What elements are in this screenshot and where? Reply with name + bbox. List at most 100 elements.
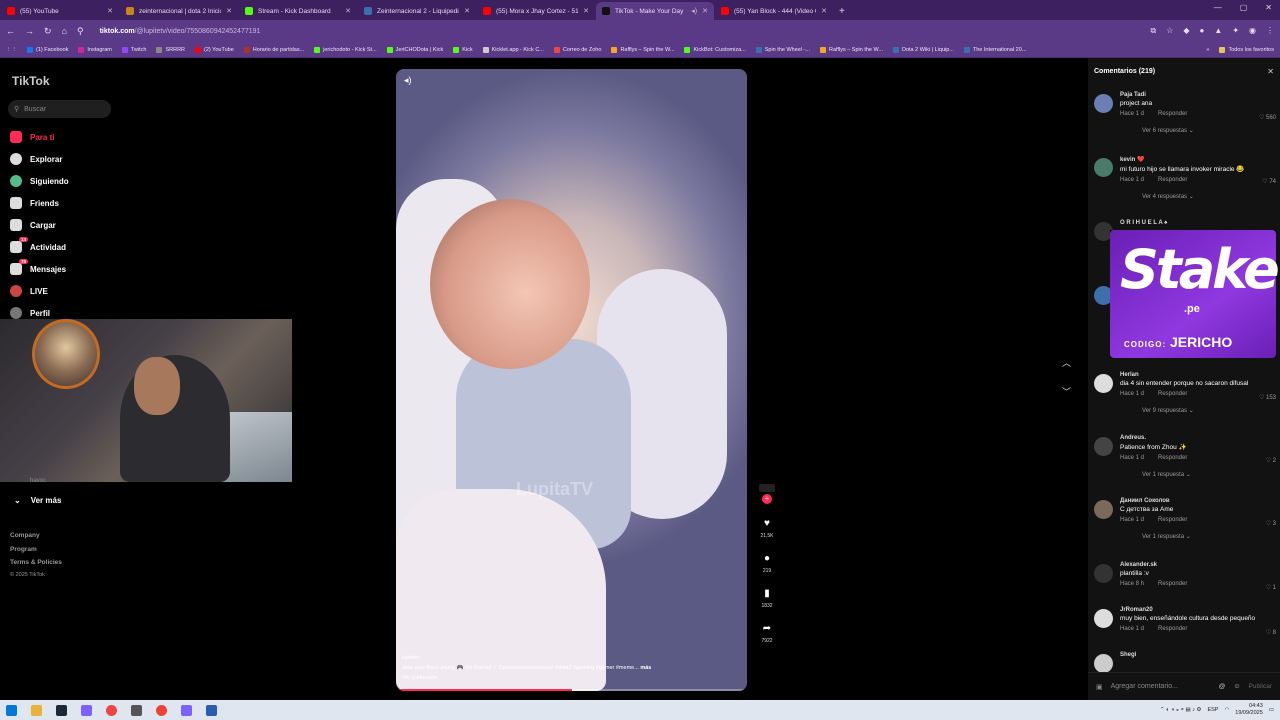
- close-tab-icon[interactable]: ✕: [345, 7, 351, 15]
- bookmark-item[interactable]: Rafflys – Spin the W...: [611, 46, 674, 53]
- bookmark-item[interactable]: JeriCHODota | Kick: [386, 46, 443, 53]
- sidebar-item-cargar[interactable]: Cargar: [10, 214, 69, 236]
- sidebar-item-mensajes[interactable]: 76 Mensajes: [10, 258, 69, 280]
- tray-icons[interactable]: ⌃ ◐ ◑ ◒ ◓ ▤ ♪ ⚙: [1160, 707, 1201, 713]
- emoji-icon[interactable]: ☺: [1233, 683, 1240, 690]
- comment-like[interactable]: ♡ 3: [1266, 520, 1276, 527]
- chevron-up-icon[interactable]: ︿: [1062, 356, 1071, 369]
- clock[interactable]: 04:43 19/09/2025: [1235, 703, 1263, 717]
- comment-like[interactable]: ♡ 2: [1266, 457, 1276, 464]
- reply-link[interactable]: Responder: [1158, 626, 1187, 632]
- bookmarks-overflow-icon[interactable]: »: [1206, 47, 1209, 53]
- all-bookmarks[interactable]: Todos los favoritos: [1219, 46, 1274, 53]
- bookmark-item[interactable]: Kicklet.app - Kick C...: [482, 46, 544, 53]
- reply-link[interactable]: Responder: [1158, 455, 1187, 461]
- tiktok-logo[interactable]: TikTok: [12, 74, 50, 88]
- obs-icon[interactable]: [156, 704, 167, 716]
- bookmark-item[interactable]: Kick: [453, 46, 473, 53]
- share-button[interactable]: ➦ 7922: [761, 623, 772, 644]
- sidebar-item-explorar[interactable]: Explorar: [10, 148, 69, 170]
- close-tab-icon[interactable]: ✕: [107, 7, 113, 15]
- new-tab-icon[interactable]: +: [839, 6, 845, 17]
- steam-icon[interactable]: [56, 704, 67, 716]
- view-replies[interactable]: Ver 6 respuestas ⌄: [1142, 127, 1278, 134]
- close-tab-icon[interactable]: ✕: [702, 7, 708, 15]
- caption-more-link[interactable]: más: [640, 665, 651, 671]
- save-button[interactable]: ▮ 1832: [761, 588, 772, 609]
- speaker-icon[interactable]: ◂): [691, 7, 697, 15]
- bookmark-star-icon[interactable]: ☆: [1166, 26, 1173, 36]
- url-field[interactable]: tiktok.com/@lupitetv/video/7550860942452…: [100, 28, 261, 35]
- bookmark-item[interactable]: (2) YouTube: [195, 46, 234, 53]
- publish-button[interactable]: Publicar: [1249, 683, 1272, 690]
- minimize-icon[interactable]: —: [1214, 3, 1222, 12]
- avatar[interactable]: [1094, 609, 1113, 628]
- tab-youtube[interactable]: (55) YouTube ✕: [1, 2, 119, 20]
- maximize-icon[interactable]: ▢: [1240, 3, 1248, 12]
- footer-link-terms[interactable]: Terms & Policies: [10, 556, 62, 570]
- gif-icon[interactable]: ▣: [1096, 683, 1103, 691]
- bookmark-item[interactable]: jerichodoto - Kick St...: [314, 46, 377, 53]
- footer-link-program[interactable]: Program: [10, 543, 62, 557]
- bookmark-item[interactable]: KickBot: Customiza...: [684, 46, 746, 53]
- bookmark-item[interactable]: Dota 2 Wiki | Liquip...: [893, 46, 954, 53]
- like-button[interactable]: ♥ 21.5K: [760, 518, 773, 539]
- comment-like[interactable]: ♡ 8: [1266, 629, 1276, 636]
- site-info-icon[interactable]: ⚲: [77, 26, 84, 37]
- comment-user[interactable]: Herlan: [1120, 372, 1278, 378]
- bookmark-item[interactable]: Instagram: [78, 46, 112, 53]
- install-icon[interactable]: ⧉: [1151, 26, 1157, 36]
- extension-icon[interactable]: ▲: [1214, 26, 1222, 36]
- reply-link[interactable]: Responder: [1158, 111, 1187, 117]
- bookmark-item[interactable]: SRRRR: [156, 46, 185, 53]
- profile-avatar[interactable]: ◉: [1249, 26, 1256, 36]
- bookmark-item[interactable]: The International 20...: [963, 46, 1026, 53]
- avatar[interactable]: [1094, 374, 1113, 393]
- sidebar-item-para-ti[interactable]: Para ti: [10, 126, 69, 148]
- forward-icon[interactable]: →: [25, 26, 34, 36]
- mention-icon[interactable]: @: [1219, 683, 1226, 690]
- bookmark-item[interactable]: Horario de partidas...: [243, 46, 304, 53]
- notification-icon[interactable]: ▭: [1269, 707, 1274, 713]
- reply-link[interactable]: Responder: [1158, 177, 1187, 183]
- follow-button[interactable]: +: [762, 494, 772, 504]
- app-icon[interactable]: [206, 704, 217, 716]
- sidebar-item-siguiendo[interactable]: Siguiendo: [10, 170, 69, 192]
- tab-youtube-3[interactable]: (55) Yan Block - 444 (Video Ofi ✕: [715, 2, 833, 20]
- puzzle-icon[interactable]: ✦: [1232, 26, 1239, 36]
- tab-kick[interactable]: Stream - Kick Dashboard ✕: [239, 2, 357, 20]
- comment-user[interactable]: O R I H U E L A ♠: [1120, 220, 1278, 226]
- close-icon[interactable]: ✕: [1267, 67, 1274, 76]
- avatar[interactable]: [1094, 500, 1113, 519]
- search-input[interactable]: ⚲ Buscar: [8, 100, 111, 118]
- tab-liquipedia[interactable]: Zeinternacional 2 - Liquipedia ✕: [358, 2, 476, 20]
- view-replies[interactable]: Ver 1 respuesta ⌄: [1142, 471, 1278, 478]
- start-icon[interactable]: [6, 704, 17, 716]
- language-indicator[interactable]: ESP: [1207, 707, 1218, 713]
- close-tab-icon[interactable]: ✕: [821, 7, 827, 15]
- close-tab-icon[interactable]: ✕: [226, 7, 232, 15]
- avatar[interactable]: [1094, 94, 1113, 113]
- avatar[interactable]: [1094, 564, 1113, 583]
- close-window-icon[interactable]: ✕: [1265, 3, 1272, 12]
- reply-link[interactable]: Responder: [1158, 517, 1187, 523]
- close-tab-icon[interactable]: ✕: [464, 7, 470, 15]
- app-icon[interactable]: [181, 704, 192, 716]
- comment-like[interactable]: ♡ 560: [1259, 114, 1276, 121]
- comment-user[interactable]: Alexander.sk: [1120, 562, 1278, 568]
- comment-user[interactable]: JrRoman20: [1120, 607, 1278, 613]
- comment-input[interactable]: Agregar comentario...: [1111, 683, 1178, 690]
- view-replies[interactable]: Ver 1 respuesta ⌄: [1142, 533, 1278, 540]
- comment-user[interactable]: Paja Tadi: [1120, 92, 1278, 98]
- ver-mas-button[interactable]: ⌄ Ver más: [14, 496, 61, 505]
- comment-user[interactable]: Andreus.: [1120, 435, 1278, 441]
- home-icon[interactable]: ⌂: [62, 26, 67, 36]
- close-tab-icon[interactable]: ✕: [583, 7, 589, 15]
- comment-user[interactable]: kevin ❤️: [1120, 156, 1278, 163]
- comment-user[interactable]: Даниил Соколов: [1120, 498, 1278, 504]
- avatar[interactable]: [1094, 654, 1113, 673]
- bookmark-item[interactable]: Correo de Zoho: [553, 46, 601, 53]
- menu-icon[interactable]: ⋮: [1266, 26, 1274, 36]
- translate-link[interactable]: Ver traducción: [402, 673, 742, 683]
- file-explorer-icon[interactable]: [31, 704, 42, 716]
